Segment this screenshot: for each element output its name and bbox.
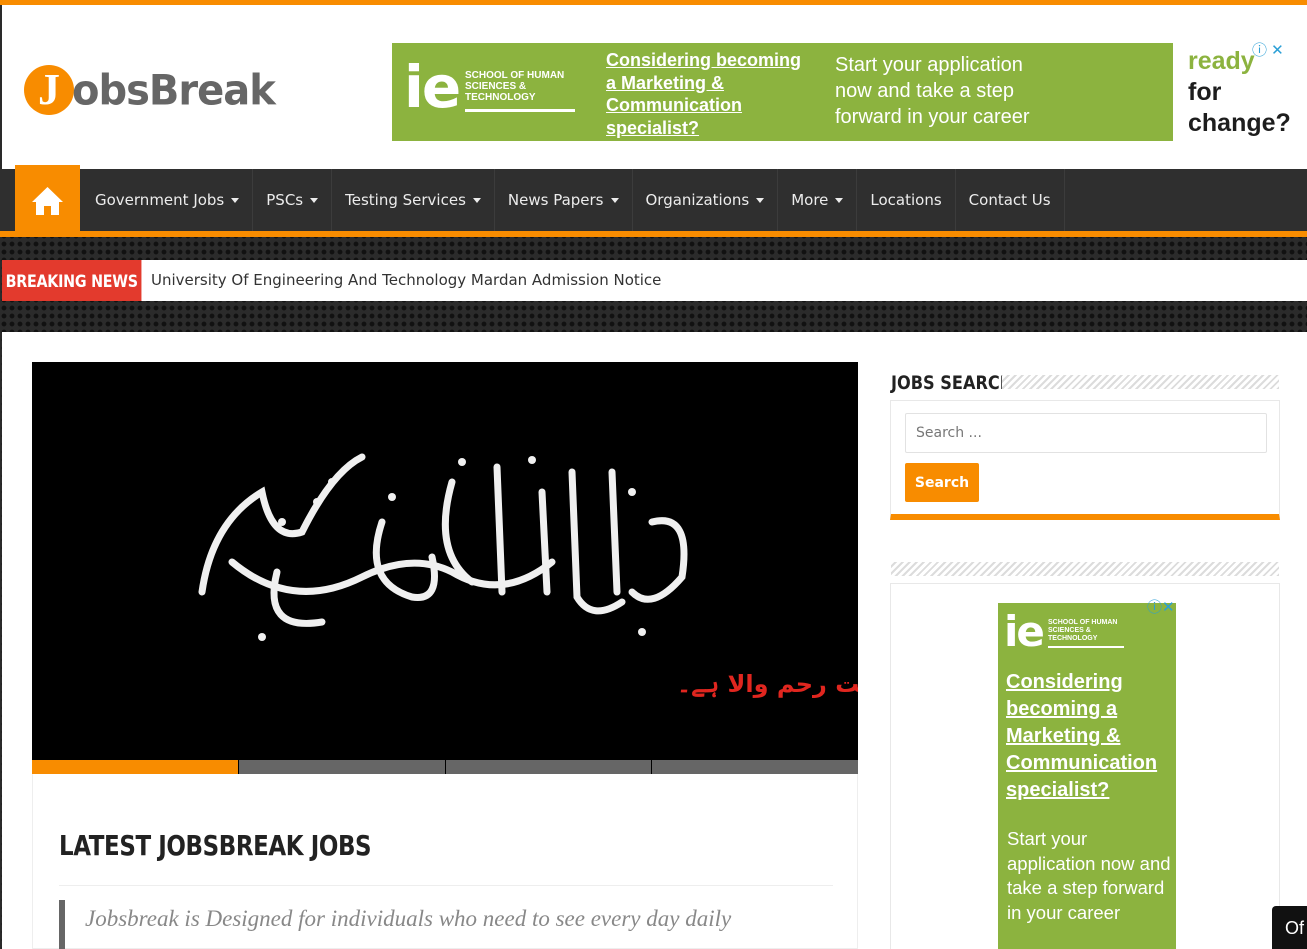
corner-button[interactable]: Of bbox=[1272, 906, 1307, 949]
logo-j-mark: J bbox=[24, 65, 74, 115]
chevron-down-icon bbox=[756, 197, 765, 203]
bismillah-calligraphy-image: شروع اللہ کے نام سے جو بڑا مہربان نہایت … bbox=[198, 453, 858, 699]
ad-headline[interactable]: Considering becoming a Marketing & Commu… bbox=[606, 49, 816, 139]
chevron-down-icon bbox=[310, 197, 319, 203]
breaking-news-headline[interactable]: University Of Engineering And Technology… bbox=[151, 271, 661, 289]
nav-item-testing-services[interactable]: Testing Services bbox=[332, 169, 495, 231]
section-title: LATEST JOBSBREAK JOBS bbox=[59, 829, 372, 862]
nav-item-label: Organizations bbox=[645, 191, 750, 209]
search-input[interactable] bbox=[905, 413, 1267, 453]
breaking-news-label: BREAKING NEWS bbox=[2, 260, 142, 301]
nav-item-contact-us[interactable]: Contact Us bbox=[956, 169, 1065, 231]
main-content: شروع اللہ کے نام سے جو بڑا مہربان نہایت … bbox=[2, 332, 1307, 949]
chevron-down-icon bbox=[231, 197, 240, 203]
adchoices-icon[interactable]: ⓘ ✕ bbox=[1252, 39, 1284, 60]
jobs-search-widget: Search bbox=[890, 400, 1280, 520]
nav-menu: Government Jobs PSCs Testing Services News … bbox=[82, 169, 1065, 231]
nav-item-organizations[interactable]: Organizations bbox=[633, 169, 779, 231]
slider-dot-1[interactable] bbox=[32, 760, 238, 774]
sidebar-ad-headline[interactable]: Considering becoming a Marketing & Commu… bbox=[1006, 669, 1176, 804]
intro-text: Jobsbreak is Designed for individuals wh… bbox=[85, 906, 732, 931]
ad-body-text: Start your application now and take a st… bbox=[835, 54, 1030, 128]
latest-jobs-section: LATEST JOBSBREAK JOBS Jobsbreak is Desig… bbox=[32, 774, 858, 949]
home-icon bbox=[32, 187, 63, 215]
slider-dot-2[interactable] bbox=[238, 760, 445, 774]
header-ad-banner[interactable]: ie SCHOOL OF HUMAN SCIENCES & TECHNOLOGY… bbox=[392, 43, 1173, 141]
nav-item-label: Testing Services bbox=[345, 191, 466, 209]
ad-ie-logo: ie bbox=[404, 53, 461, 121]
urdu-caption: شروع اللہ کے نام سے جو بڑا مہربان نہایت … bbox=[677, 670, 858, 699]
ad-logo-rule bbox=[465, 109, 575, 112]
chevron-down-icon bbox=[835, 197, 844, 203]
site-header: J obsBreak ie SCHOOL OF HUMAN SCIENCES &… bbox=[0, 5, 1307, 169]
title-divider bbox=[59, 885, 833, 886]
ad-side-rest: for change? bbox=[1188, 78, 1291, 137]
sidebar-ad-school: SCHOOL OF HUMAN SCIENCES & TECHNOLOGY bbox=[1048, 619, 1118, 642]
sidebar-adchoices-icon[interactable]: ⓘ✕ bbox=[1147, 596, 1175, 617]
nav-item-label: News Papers bbox=[507, 191, 604, 209]
logo-wordmark: obsBreak bbox=[72, 66, 276, 116]
breaking-news-bar: BREAKING NEWS University Of Engineering … bbox=[2, 260, 1307, 301]
slider-pagination bbox=[32, 760, 858, 774]
sidebar-ad-ie-logo: ie bbox=[1004, 607, 1045, 656]
widget-title-stripes bbox=[1002, 375, 1279, 389]
nav-item-label: Government Jobs bbox=[95, 191, 225, 209]
sidebar-ad-widget: ie SCHOOL OF HUMAN SCIENCES & TECHNOLOGY… bbox=[890, 583, 1280, 949]
featured-slider[interactable]: شروع اللہ کے نام سے جو بڑا مہربان نہایت … bbox=[32, 362, 858, 774]
ad-widget-stripes bbox=[891, 562, 1279, 576]
search-button[interactable]: Search bbox=[905, 463, 979, 502]
ad-side-text[interactable]: ready for change? bbox=[1188, 46, 1307, 139]
nav-item-label: Locations bbox=[870, 191, 942, 209]
nav-home-button[interactable] bbox=[15, 165, 80, 233]
ad-school-name: SCHOOL OF HUMAN SCIENCES & TECHNOLOGY bbox=[465, 70, 565, 103]
jobs-search-title: JOBS SEARCH bbox=[891, 372, 1014, 394]
nav-item-news-papers[interactable]: News Papers bbox=[495, 169, 633, 231]
ad-side-ready: ready bbox=[1188, 47, 1255, 75]
nav-item-locations[interactable]: Locations bbox=[857, 169, 956, 231]
nav-item-more[interactable]: More bbox=[778, 169, 858, 231]
sidebar-ad-logo-rule bbox=[1048, 646, 1124, 648]
slider-dot-4[interactable] bbox=[652, 760, 858, 774]
main-navigation: Government Jobs PSCs Testing Services News … bbox=[0, 165, 1307, 237]
chevron-down-icon bbox=[472, 197, 481, 203]
nav-item-pscs[interactable]: PSCs bbox=[253, 169, 333, 231]
sidebar-ad-banner[interactable]: ie SCHOOL OF HUMAN SCIENCES & TECHNOLOGY… bbox=[998, 603, 1176, 949]
chevron-down-icon bbox=[610, 197, 619, 203]
nav-item-government-jobs[interactable]: Government Jobs bbox=[82, 169, 254, 231]
intro-blockquote: Jobsbreak is Designed for individuals wh… bbox=[59, 900, 833, 949]
nav-item-label: More bbox=[791, 191, 829, 209]
nav-item-label: PSCs bbox=[266, 191, 304, 209]
slider-dot-3[interactable] bbox=[445, 760, 652, 774]
nav-item-label: Contact Us bbox=[968, 191, 1051, 209]
sidebar-ad-body: Start your application now and take a st… bbox=[1007, 828, 1171, 923]
site-logo[interactable]: J obsBreak bbox=[22, 60, 276, 124]
